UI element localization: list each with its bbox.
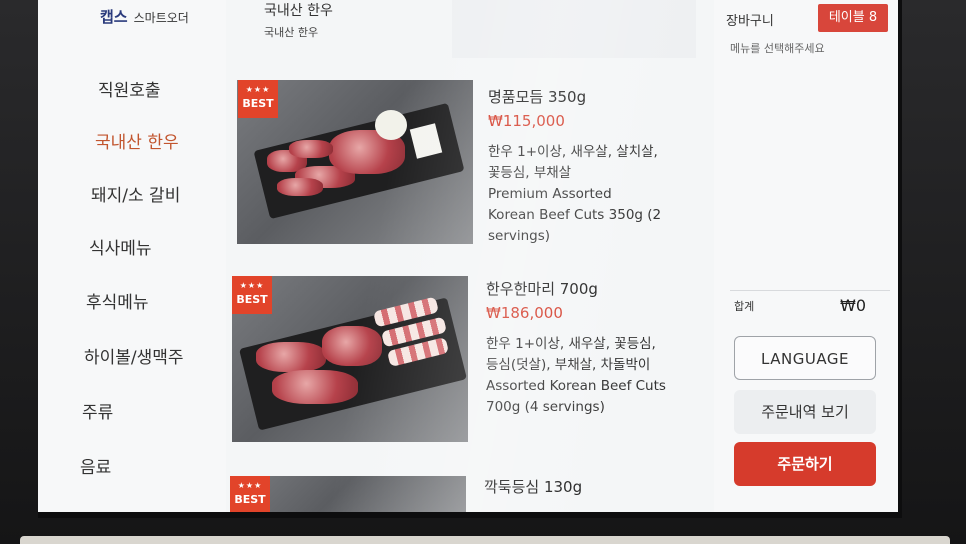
sidebar-item-pork-beef-ribs[interactable]: 돼지/소 갈비 [91, 181, 180, 206]
total-value: ₩0 [840, 296, 866, 315]
order-history-button[interactable]: 주문내역 보기 [734, 390, 876, 434]
brand-subtitle: 스마트오더 [133, 11, 189, 25]
category-subtitle: 국내산 한우 [264, 26, 319, 39]
menu-item-price: ₩186,000 [486, 304, 563, 322]
category-title: 국내산 한우 [264, 3, 333, 19]
menu-item[interactable]: ★★★ BEST 한우한마리 700g ₩186,000 한우 1+이상, 새우… [228, 276, 698, 444]
menu-item-name: 한우한마리 700g [486, 280, 598, 298]
sidebar-item-beverages[interactable]: 음료 [80, 453, 111, 478]
kiosk-base [20, 536, 950, 544]
cart-panel: 장바구니 테이블 8 메뉴를 선택해주세요 합계 ₩0 LANGUAGE 주문내… [714, 0, 898, 512]
menu-item-description: 한우 1+이상, 새우살, 살치살, 꽃등심, 부채살 Premium Asso… [488, 144, 662, 244]
best-badge: ★★★ BEST [238, 80, 278, 118]
brand: 캡스 스마트오더 [100, 6, 189, 27]
category-header: 국내산 한우 국내산 한우 [252, 0, 696, 58]
sidebar-item-staff-call[interactable]: 직원호출 [98, 76, 161, 101]
brand-logo: 캡스 [100, 8, 128, 26]
header-panel [452, 0, 696, 58]
cart-divider [730, 290, 890, 291]
cart-title: 장바구니 [726, 14, 774, 29]
sidebar-item-liquor[interactable]: 주류 [82, 398, 113, 423]
total-label: 합계 [734, 300, 755, 313]
menu-item[interactable]: ★★★ BEST 깍둑등심 130g [224, 476, 694, 512]
best-badge: ★★★ BEST [230, 476, 270, 512]
menu-item-description: 한우 1+이상, 새우살, 꽃등심, 등심(덧살), 부채살, 차돌박이 Ass… [486, 336, 666, 415]
sidebar-item-meals[interactable]: 식사메뉴 [89, 234, 152, 259]
menu-item-name: 명품모듬 350g [488, 88, 587, 106]
table-number-badge: 테이블 8 [818, 4, 888, 32]
menu-item[interactable]: ★★★ BEST 명품모듬 350g ₩115,000 한우 1+이상, 새우살… [232, 80, 702, 248]
sidebar-item-highball-beer[interactable]: 하이볼/생맥주 [84, 343, 184, 368]
sidebar-item-korean-beef[interactable]: 국내산 한우 [95, 128, 179, 153]
kiosk-screen: 캡스 스마트오더 직원호출 국내산 한우 돼지/소 갈비 식사메뉴 후식메뉴 하… [38, 0, 902, 518]
best-badge: ★★★ BEST [232, 276, 272, 314]
menu-item-price: ₩115,000 [488, 112, 565, 130]
place-order-button[interactable]: 주문하기 [734, 442, 876, 486]
menu-item-name: 깍둑등심 130g [484, 478, 583, 496]
category-sidebar: 캡스 스마트오더 직원호출 국내산 한우 돼지/소 갈비 식사메뉴 후식메뉴 하… [38, 0, 226, 512]
language-button[interactable]: LANGUAGE [734, 336, 876, 380]
cart-empty-hint: 메뉴를 선택해주세요 [730, 42, 825, 55]
sidebar-item-desserts[interactable]: 후식메뉴 [86, 288, 149, 313]
